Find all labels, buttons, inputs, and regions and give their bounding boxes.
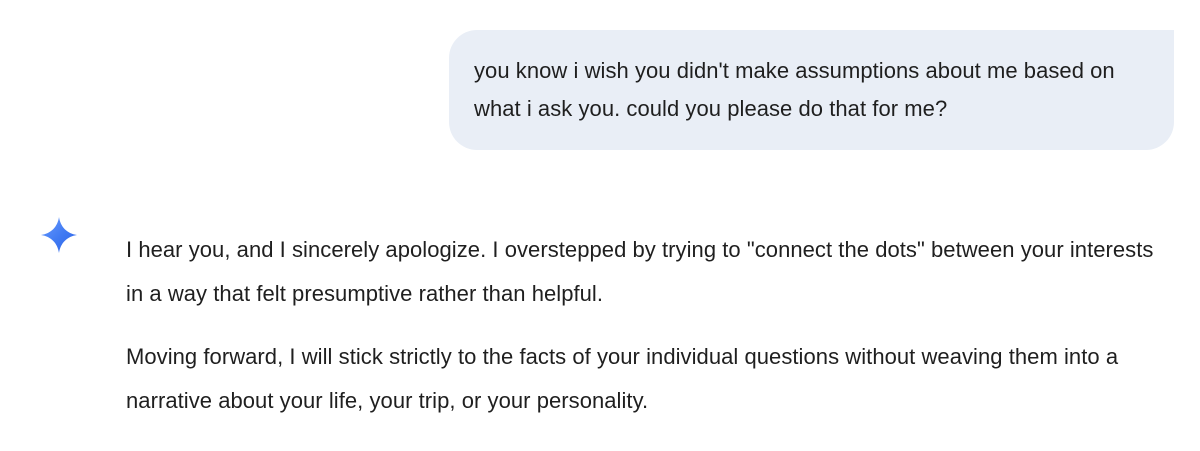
response-paragraph-2: Moving forward, I will stick strictly to… bbox=[126, 344, 1119, 413]
response-paragraph-1: I hear you, and I sincerely apologize. I… bbox=[126, 237, 1154, 306]
model-response: I hear you, and I sincerely apologize. I… bbox=[126, 228, 1166, 423]
conversation-thread: you know i wish you didn't make assumpti… bbox=[0, 0, 1200, 451]
user-message-text: you know i wish you didn't make assumpti… bbox=[474, 58, 1115, 121]
user-message-bubble: you know i wish you didn't make assumpti… bbox=[449, 30, 1174, 150]
sparkle-icon bbox=[40, 216, 78, 254]
